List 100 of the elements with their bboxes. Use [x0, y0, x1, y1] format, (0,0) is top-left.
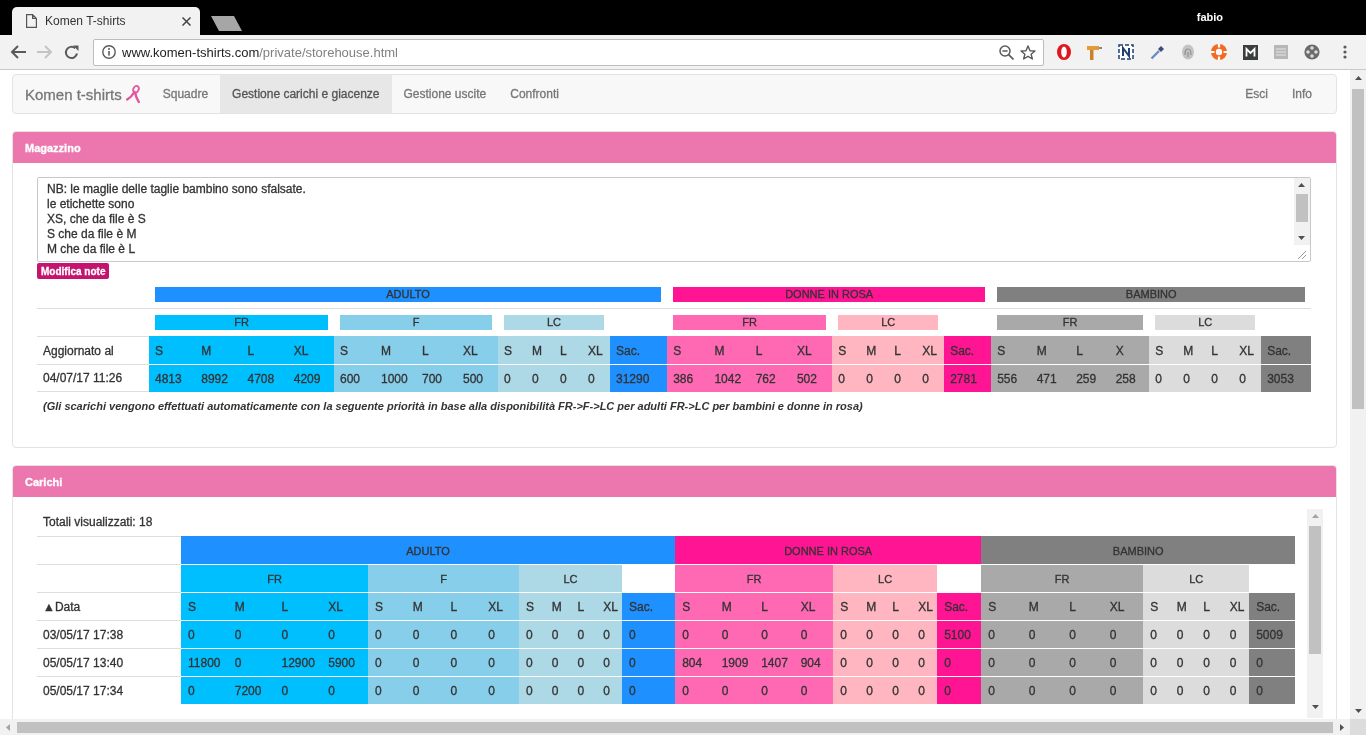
edit-notes-button[interactable]: Modifica note	[37, 263, 110, 279]
table-cell: 0	[274, 676, 322, 704]
nav-link[interactable]: Esci	[1233, 75, 1280, 113]
table-cell: 1909	[714, 648, 755, 676]
table-cell: 5900	[321, 648, 368, 676]
table-cell: 0	[937, 676, 982, 704]
column-header: M	[1030, 336, 1071, 364]
framed-n-icon[interactable]	[1118, 44, 1134, 60]
column-header: L	[1205, 336, 1234, 364]
m-tile-icon[interactable]	[1243, 44, 1258, 60]
resize-grip-icon[interactable]	[1297, 251, 1306, 259]
table-cell: 700	[416, 364, 457, 392]
zoom-out-icon[interactable]	[999, 44, 1014, 60]
table-cell: 1000	[375, 364, 416, 392]
back-icon[interactable]	[10, 45, 26, 59]
column-header: XL	[916, 336, 945, 364]
scrollbar[interactable]	[1293, 178, 1310, 245]
scrollbar[interactable]	[1350, 70, 1366, 719]
subgroup-header: FR	[181, 564, 368, 592]
scroll-up-icon[interactable]	[1298, 183, 1305, 187]
scrollbar[interactable]	[0, 719, 1350, 735]
table-cell: 0	[859, 620, 886, 648]
nav-link[interactable]: Confronti	[498, 75, 571, 113]
column-header: L	[1070, 336, 1110, 364]
nav-link[interactable]: Info	[1280, 75, 1324, 113]
column-header: M	[195, 336, 242, 364]
nav-link[interactable]: Gestione uscite	[391, 75, 499, 113]
profile-name[interactable]: fabio	[1196, 11, 1223, 23]
scrollbar[interactable]	[1307, 509, 1323, 718]
scroll-up-icon[interactable]	[1354, 76, 1362, 80]
menu-icon[interactable]	[1343, 45, 1347, 59]
scrollbar-thumb[interactable]	[1309, 526, 1321, 654]
subgroup-header: FR	[997, 315, 1144, 330]
column-header: L	[443, 592, 482, 620]
scroll-down-icon[interactable]	[1298, 236, 1305, 240]
hammer-icon[interactable]	[1087, 44, 1102, 60]
browser-tab[interactable]: Komen T-shirts	[12, 7, 200, 35]
table-cell: 0	[554, 364, 582, 392]
column-header: S	[1149, 336, 1178, 364]
column-header: L	[888, 336, 917, 364]
column-header: S	[519, 592, 545, 620]
reel-icon[interactable]	[1304, 44, 1320, 60]
table-cell: 0	[1021, 620, 1063, 648]
fingerprint-icon[interactable]	[1181, 44, 1195, 60]
subgroup-header: FR	[981, 564, 1144, 592]
total-count-text: Totali visualizzati: 18	[42, 514, 154, 531]
table-cell: 0	[981, 620, 1022, 648]
table-cell: 0	[885, 676, 912, 704]
table-cell: 0	[1062, 676, 1103, 704]
table-cell: 0	[1177, 364, 1206, 392]
scroll-right-icon[interactable]	[1340, 723, 1344, 731]
table-cell: 502	[790, 364, 833, 392]
table-cell: 4209	[287, 364, 334, 392]
table-cell: 31290	[610, 364, 668, 392]
table-cell: 0	[498, 364, 526, 392]
table-cell: 0	[937, 648, 982, 676]
table-cell: 0	[833, 620, 860, 648]
column-header: S	[149, 336, 196, 364]
table-cell: 0	[675, 620, 715, 648]
table-cell: 0	[481, 648, 519, 676]
column-header: XL	[1222, 592, 1250, 620]
star-icon[interactable]	[1020, 44, 1036, 60]
table-cell: 0	[570, 676, 597, 704]
address-field[interactable]: www.komen-tshirts.com/private/storehouse.html	[93, 38, 1044, 66]
table-cell: 3053	[1261, 364, 1312, 392]
column-header: XL	[287, 336, 334, 364]
nav-link[interactable]: Squadre	[150, 75, 221, 113]
column-header: L	[416, 336, 457, 364]
brand-link[interactable]: Komen t-shirts	[13, 75, 151, 113]
column-header: M	[405, 592, 444, 620]
subgroup-header: LC	[838, 315, 939, 330]
close-icon[interactable]	[182, 16, 191, 26]
table-cell: 2781	[944, 364, 992, 392]
table-cell: 762	[749, 364, 791, 392]
eyedropper-icon[interactable]	[1150, 44, 1165, 60]
table-cell: 0	[911, 676, 938, 704]
new-tab-button[interactable]	[211, 16, 242, 31]
lifebuoy-icon[interactable]	[1211, 44, 1227, 60]
column-header: XL	[582, 336, 610, 364]
table-cell: 0	[368, 676, 406, 704]
reload-icon[interactable]	[64, 44, 79, 60]
table-cell: 0	[1249, 648, 1296, 676]
scrollbar-thumb[interactable]	[1295, 194, 1308, 222]
table-cell: 0	[1222, 620, 1250, 648]
scrollbar-thumb[interactable]	[1352, 89, 1364, 409]
column-header: S	[1143, 592, 1170, 620]
column-header: M	[1021, 592, 1063, 620]
column-header: L	[554, 336, 582, 364]
column-header: XL	[1233, 336, 1262, 364]
table-cell: 0	[885, 620, 912, 648]
ring-icon[interactable]	[1057, 44, 1071, 60]
nav-link[interactable]: Gestione carichi e giacenze	[220, 75, 392, 113]
subgroup-header: LC	[504, 315, 604, 330]
column-header: XL	[911, 592, 938, 620]
notes-field[interactable]: NB: le maglie delle taglie bambino sono sfalsate. le etichette sono XS, che da file è S S che da file è M M che da file è L	[37, 177, 1311, 262]
info-icon[interactable]	[102, 45, 116, 59]
scroll-down-icon[interactable]	[1354, 709, 1362, 713]
scrollbar-thumb[interactable]	[17, 721, 1333, 733]
scroll-down-icon[interactable]	[1311, 705, 1319, 709]
table-cell: 0	[622, 620, 676, 648]
